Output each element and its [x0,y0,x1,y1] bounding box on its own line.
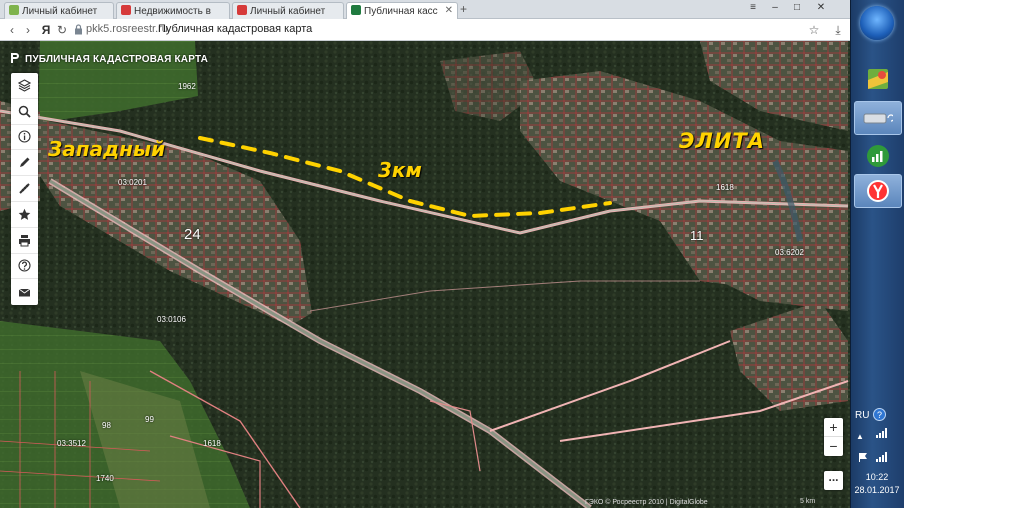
close-tab-icon[interactable]: ✕ [445,5,453,16]
url-text[interactable]: pkk5.rosreestr.ru [86,23,168,35]
tray-expand-icon[interactable]: ▲ [856,432,864,441]
parcel-number-label[interactable]: 99 [145,415,154,424]
more-button[interactable]: ... [824,471,843,490]
tab-favicon [351,5,361,15]
annotation-distance: 3км [378,158,422,182]
tab-label: Личный кабинет [250,6,326,17]
pencil-icon [20,157,30,168]
tab-favicon [9,5,19,15]
mail-icon [18,288,31,297]
parcel-number-label[interactable]: 1962 [178,82,196,91]
search-icon [18,105,31,118]
cadastral-quarter-label[interactable]: 03:0201 [118,178,147,187]
annotation-western: Западный [48,137,166,161]
parcel-number-label[interactable]: 1740 [96,474,114,483]
zoom-control: + − [824,418,843,456]
plot-number-24[interactable]: 24 [184,226,201,243]
help-tray-icon[interactable]: ? [873,408,886,421]
window-menu-icon[interactable]: ≡ [742,1,764,15]
back-icon[interactable]: ‹ [4,22,20,38]
parcel-number-label[interactable]: 98 [102,421,111,430]
star-icon [18,208,31,220]
draw-button[interactable] [11,150,38,177]
cadastral-quarter-label[interactable]: 03:0106 [157,315,186,324]
yandex-browser-icon [867,180,889,202]
start-button-icon[interactable] [860,6,894,40]
plot-number-11[interactable]: 11 [690,228,704,243]
taskbar-app-b[interactable] [854,101,902,135]
taskbar-app-c[interactable] [854,139,902,173]
close-window-icon[interactable]: ✕ [810,1,832,15]
cadastral-quarter-label[interactable]: 03:3512 [57,439,86,448]
app-title[interactable]: ПУБЛИЧНАЯ КАДАСТРОВАЯ КАРТА [10,52,208,65]
tab-2[interactable]: Недвижимость в [116,2,230,19]
app-title-text: ПУБЛИЧНАЯ КАДАСТРОВАЯ КАРТА [25,54,209,65]
print-button[interactable] [11,228,38,254]
tab-label: Публичная касс [364,6,438,17]
address-bar: ‹ › Я ↻ pkk5.rosreestr.ru Публичная када… [0,19,850,41]
tab-4-active[interactable]: Публичная касс ✕ [346,2,458,20]
scale-label: 5 km [800,498,816,505]
system-clock[interactable]: 10:22 28.01.2017 [850,471,904,497]
flag-tray-icon[interactable] [858,452,870,462]
bookmark-star-icon[interactable]: ☆ [806,22,822,38]
network-tray-icon[interactable] [876,428,888,438]
download-icon[interactable]: ⤓ [830,22,846,38]
tab-favicon [237,5,247,15]
layers-button[interactable] [11,73,38,99]
cadastral-quarter-label[interactable]: 03:6202 [775,248,804,257]
tab-3[interactable]: Личный кабинет [232,2,344,19]
yandex-logo-icon[interactable]: Я [38,22,54,38]
tab-favicon [121,5,131,15]
measure-button[interactable] [11,176,38,202]
tab-label: Личный кабинет [22,6,98,17]
rosreestr-logo-icon [11,53,19,63]
maximize-icon[interactable]: □ [786,1,808,15]
forward-icon[interactable]: › [20,22,36,38]
help-button[interactable] [11,254,38,280]
parcel-number-label[interactable]: 1618 [716,183,734,192]
satellite-imagery [0,41,850,508]
new-tab-button[interactable]: + [460,2,467,16]
search-button[interactable] [11,99,38,125]
print-icon [19,234,30,247]
annotation-elita: ЭЛИТА [679,129,766,153]
measure-icon [19,183,30,194]
layers-icon [18,79,31,92]
browser-tab-strip: Личный кабинет Недвижимость в Личный каб… [0,0,850,20]
feedback-button[interactable] [11,279,38,305]
minimize-icon[interactable]: – [764,1,786,15]
screen: Личный кабинет Недвижимость в Личный каб… [0,0,1024,508]
map-toolbar [11,73,38,306]
map-attribution: ГЭКО © Росреестр 2010 | DigitalGlobe [585,499,708,506]
taskbar-app-a[interactable] [854,62,902,96]
language-indicator[interactable]: RU [855,410,869,421]
clock-date: 28.01.2017 [854,485,900,495]
tab-1[interactable]: Личный кабинет [4,2,114,19]
refresh-icon[interactable]: ↻ [54,22,70,38]
parcel-number-label[interactable]: 1618 [203,439,221,448]
info-button[interactable] [11,125,38,151]
help-icon [18,259,31,273]
zoom-out-button[interactable]: − [824,437,843,456]
cadastral-map[interactable]: ПУБЛИЧНАЯ КАДАСТРОВАЯ КАРТА Западный ЭЛИ… [0,41,850,508]
signal-app-icon [867,145,889,167]
maps-app-icon [868,69,888,89]
tab-label: Недвижимость в [134,6,211,17]
clock-time: 10:22 [865,472,889,482]
page-title: Публичная кадастровая карта [158,23,313,35]
favorites-button[interactable] [11,202,38,228]
taskbar-yandex-browser[interactable] [854,174,902,208]
drive-icon [863,113,893,124]
signal-tray-icon[interactable] [876,452,888,462]
info-icon [18,130,31,144]
lock-icon [75,24,82,35]
zoom-in-button[interactable]: + [824,418,843,437]
